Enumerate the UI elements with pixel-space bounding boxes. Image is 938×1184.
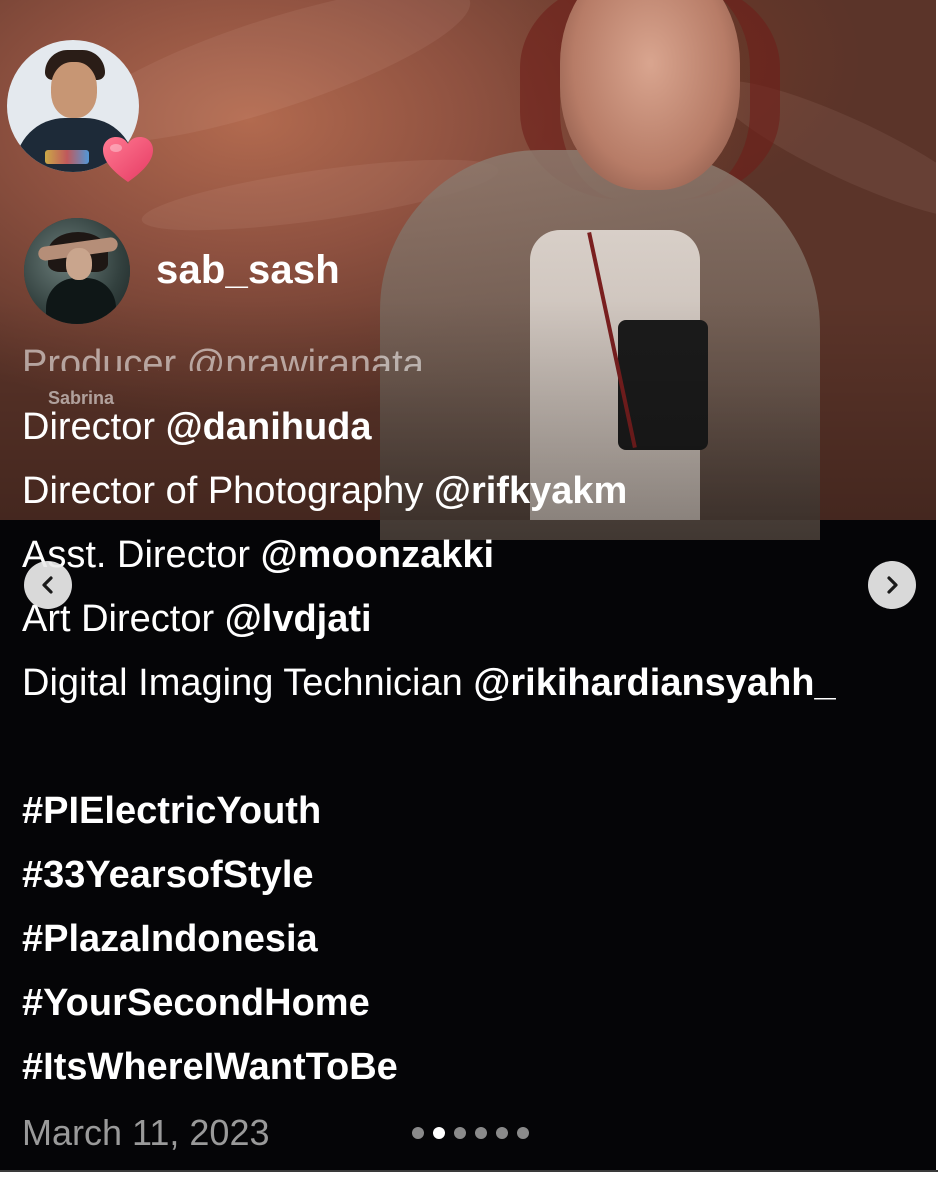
carousel-dot[interactable] xyxy=(496,1127,508,1139)
carousel-dot[interactable] xyxy=(433,1127,445,1139)
heart-icon xyxy=(103,137,153,182)
carousel-dot[interactable] xyxy=(475,1127,487,1139)
story-viewer: sab_sash Producer @prawiranata Sabrina D… xyxy=(0,0,936,1170)
hashtag-link[interactable]: #PIElectricYouth xyxy=(22,790,321,832)
next-button[interactable] xyxy=(868,561,916,609)
caption-line: Director @danihuda xyxy=(22,406,372,448)
profile-avatar[interactable] xyxy=(24,218,130,324)
carousel-dot[interactable] xyxy=(412,1127,424,1139)
post-date: March 11, 2023 xyxy=(22,1112,270,1153)
username[interactable]: sab_sash xyxy=(156,248,340,293)
carousel-dot[interactable] xyxy=(517,1127,529,1139)
hashtag-link[interactable]: #ItsWhereIWantToBe xyxy=(22,1046,398,1088)
mention-link[interactable]: @rifkyakm xyxy=(434,470,627,512)
post-caption: Director @danihuda Director of Photograp… xyxy=(22,395,836,1099)
hashtag-link[interactable]: #YourSecondHome xyxy=(22,982,370,1024)
chevron-left-icon xyxy=(42,576,53,594)
carousel-indicator xyxy=(412,1127,529,1139)
mention-link[interactable]: @rikihardiansyahh_ xyxy=(473,662,835,704)
caption-line: Asst. Director @moonzakki xyxy=(22,534,495,576)
carousel-dot[interactable] xyxy=(454,1127,466,1139)
chevron-right-icon xyxy=(887,576,898,594)
caption-partial-line: Producer @prawiranata xyxy=(22,343,424,371)
mention-link[interactable]: @lvdjati xyxy=(225,598,372,640)
caption-line: Director of Photography @rifkyakm xyxy=(22,470,628,512)
previous-button[interactable] xyxy=(24,561,72,609)
mention-link[interactable]: @moonzakki xyxy=(261,534,494,576)
hashtag-link[interactable]: #33YearsofStyle xyxy=(22,854,314,896)
caption-line: Art Director @lvdjati xyxy=(22,598,372,640)
mention-link[interactable]: @danihuda xyxy=(166,406,372,448)
hashtag-link[interactable]: #PlazaIndonesia xyxy=(22,918,318,960)
caption-line: Digital Imaging Technician @rikihardians… xyxy=(22,662,836,704)
